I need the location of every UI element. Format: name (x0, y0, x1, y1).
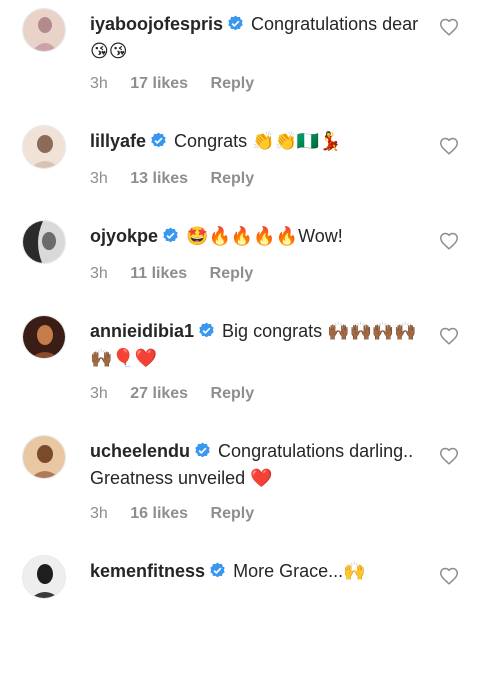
comment-meta: 3h 16 likes Reply (90, 504, 272, 524)
username[interactable]: kemenfitness (90, 561, 205, 581)
comment-text: 🤩🔥🔥🔥🔥Wow! (186, 226, 343, 246)
heart-outline-icon[interactable] (438, 445, 460, 467)
verified-badge-icon (150, 131, 167, 156)
verified-badge-icon (227, 14, 244, 39)
verified-badge-icon (198, 321, 215, 346)
avatar[interactable] (22, 315, 66, 359)
likes-count[interactable]: 13 likes (130, 170, 188, 187)
reply-button[interactable]: Reply (211, 385, 255, 402)
avatar[interactable] (22, 8, 66, 52)
comment-time: 3h (90, 75, 108, 92)
comment-time: 3h (90, 170, 108, 187)
reply-button[interactable]: Reply (211, 75, 255, 92)
heart-outline-icon[interactable] (438, 230, 460, 252)
username[interactable]: iyaboojofespris (90, 14, 223, 34)
heart-outline-icon[interactable] (438, 565, 460, 587)
heart-outline-icon[interactable] (438, 325, 460, 347)
comments-list: iyaboojofespris Congratulations dear 😘😘 … (0, 0, 490, 675)
verified-badge-icon (194, 441, 211, 466)
comment-time: 3h (90, 505, 108, 522)
username[interactable]: ucheelendu (90, 441, 190, 461)
avatar[interactable] (22, 125, 66, 169)
username[interactable]: annieidibia1 (90, 321, 194, 341)
comment-meta: 3h 27 likes Reply (90, 384, 272, 404)
likes-count[interactable]: 17 likes (130, 75, 188, 92)
username[interactable]: ojyokpe (90, 226, 158, 246)
comment-text: More Grace...🙌 (233, 561, 366, 581)
avatar[interactable] (22, 435, 66, 479)
reply-button[interactable]: Reply (210, 265, 254, 282)
comment-time: 3h (90, 265, 108, 282)
likes-count[interactable]: 16 likes (130, 505, 188, 522)
heart-outline-icon[interactable] (438, 135, 460, 157)
heart-outline-icon[interactable] (438, 16, 460, 38)
username[interactable]: lillyafe (90, 131, 146, 151)
comment-meta: 3h 13 likes Reply (90, 169, 272, 189)
verified-badge-icon (162, 226, 179, 251)
reply-button[interactable]: Reply (211, 505, 255, 522)
likes-count[interactable]: 27 likes (130, 385, 188, 402)
comment-meta: 3h 11 likes Reply (90, 264, 271, 284)
likes-count[interactable]: 11 likes (130, 265, 187, 282)
comment-text: Congrats 👏👏🇳🇬💃 (174, 131, 342, 151)
reply-button[interactable]: Reply (211, 170, 255, 187)
comment-time: 3h (90, 385, 108, 402)
verified-badge-icon (209, 561, 226, 586)
comment-meta: 3h 17 likes Reply (90, 74, 272, 94)
avatar[interactable] (22, 555, 66, 599)
avatar[interactable] (22, 220, 66, 264)
